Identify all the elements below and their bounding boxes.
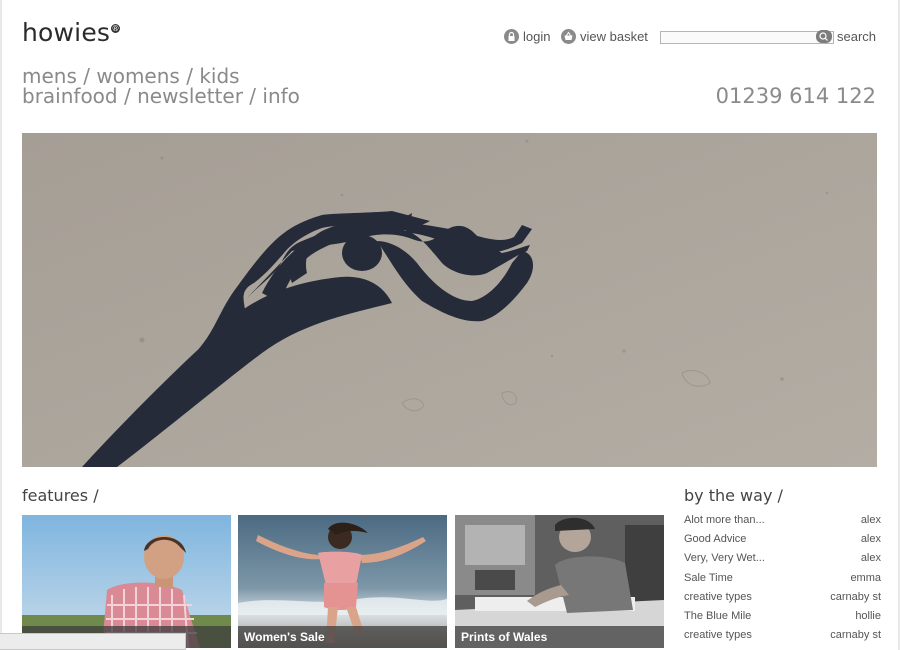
nav-item-brainfood[interactable]: brainfood bbox=[22, 84, 118, 108]
basket-icon bbox=[561, 29, 576, 44]
search-button[interactable]: search bbox=[837, 29, 876, 44]
nav-item-info[interactable]: info bbox=[262, 84, 300, 108]
window-edge-left bbox=[0, 0, 2, 650]
nav-separator: / bbox=[123, 84, 131, 108]
phone-number: 01239 614 122 bbox=[715, 84, 876, 108]
post-title[interactable]: Good Advice bbox=[684, 532, 746, 551]
post-title[interactable]: creative types bbox=[684, 590, 752, 609]
nav-separator: / bbox=[249, 84, 257, 108]
list-item[interactable]: The Blue Mile hollie bbox=[684, 609, 881, 628]
lock-icon bbox=[504, 29, 519, 44]
logo-text: howies bbox=[22, 18, 111, 47]
post-title[interactable]: creative types bbox=[684, 628, 752, 647]
login-label: login bbox=[523, 29, 551, 44]
feature-tile-womens-sale[interactable]: Women's Sale bbox=[238, 515, 447, 648]
view-basket-link[interactable]: view basket bbox=[561, 29, 648, 44]
basket-label: view basket bbox=[580, 29, 648, 44]
features-heading: features / bbox=[22, 486, 99, 505]
list-item[interactable]: creative types carnaby st bbox=[684, 590, 881, 609]
post-title[interactable]: Very, Very Wet... bbox=[684, 551, 765, 570]
list-item[interactable]: Sale Time emma bbox=[684, 571, 881, 590]
nav-row-1: mens / womens / kids bbox=[22, 66, 240, 86]
registered-mark: ® bbox=[111, 24, 121, 33]
magnifier-icon[interactable] bbox=[816, 30, 832, 43]
browser-status-bar bbox=[0, 633, 186, 650]
by-the-way-heading: by the way / bbox=[684, 486, 783, 505]
post-author: emma bbox=[850, 571, 881, 584]
list-item[interactable]: Very, Very Wet... alex bbox=[684, 551, 881, 570]
hero-image[interactable] bbox=[22, 133, 877, 467]
post-author: alex bbox=[860, 514, 881, 526]
login-link[interactable]: login bbox=[504, 29, 550, 44]
nav-item-newsletter[interactable]: newsletter bbox=[137, 84, 243, 108]
post-title[interactable]: Sale Time bbox=[684, 571, 733, 590]
post-author: alex bbox=[860, 533, 881, 546]
post-author: hollie bbox=[855, 609, 881, 622]
post-author: carnaby st bbox=[830, 629, 881, 642]
post-title[interactable]: The Blue Mile bbox=[684, 609, 751, 628]
search-input[interactable] bbox=[660, 31, 834, 44]
feature-caption: Prints of Wales bbox=[455, 626, 664, 648]
feature-tile-prints-of-wales[interactable]: Prints of Wales bbox=[455, 515, 664, 648]
feature-caption: Women's Sale bbox=[238, 626, 447, 648]
list-item[interactable]: Alot more than... alex bbox=[684, 513, 881, 532]
list-item[interactable]: Good Advice alex bbox=[684, 532, 881, 551]
list-item[interactable]: creative types carnaby st bbox=[684, 628, 881, 647]
feature-tile-1[interactable] bbox=[22, 515, 231, 648]
nav-row-2: brainfood / newsletter / info bbox=[22, 86, 300, 106]
post-author: carnaby st bbox=[830, 590, 881, 603]
howies-logo[interactable]: howies® bbox=[22, 18, 121, 47]
post-author: alex bbox=[860, 552, 881, 565]
post-title[interactable]: Alot more than... bbox=[684, 513, 765, 532]
by-the-way-list: Alot more than... alex Good Advice alex Ve… bbox=[684, 513, 881, 647]
